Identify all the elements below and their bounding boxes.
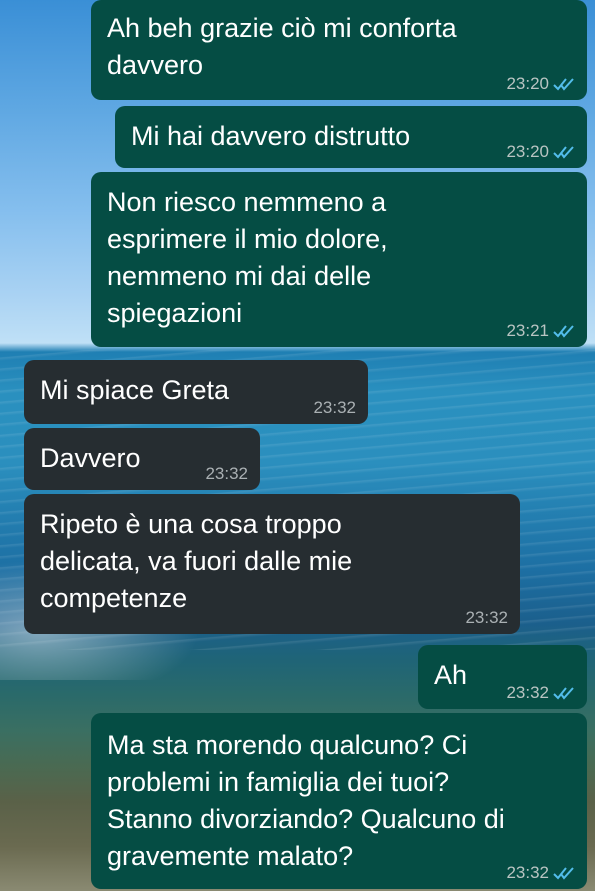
message-meta: 23:32 xyxy=(465,608,508,628)
message-time: 23:21 xyxy=(506,321,549,340)
message-bubble-outgoing[interactable]: Mi hai davvero distrutto 23:20 xyxy=(115,106,587,168)
double-check-read-icon xyxy=(553,866,575,880)
message-time: 23:32 xyxy=(465,608,508,627)
message-time: 23:32 xyxy=(205,464,248,483)
message-meta: 23:20 xyxy=(506,74,575,94)
message-text: Ah beh grazie ciò mi conforta davvero xyxy=(107,13,457,80)
message-meta: 23:32 xyxy=(506,863,575,883)
message-time: 23:32 xyxy=(506,863,549,882)
message-time: 23:32 xyxy=(313,398,356,417)
message-meta: 23:32 xyxy=(506,683,575,703)
message-time: 23:20 xyxy=(506,142,549,161)
double-check-read-icon xyxy=(553,324,575,338)
message-text: Mi spiace Greta xyxy=(40,375,230,405)
message-text: Non riesco nemmeno a esprimere il mio do… xyxy=(107,187,388,328)
message-meta: 23:32 xyxy=(205,464,248,484)
message-bubble-outgoing[interactable]: Ma sta morendo qualcuno? Ci problemi in … xyxy=(91,713,587,889)
message-meta: 23:20 xyxy=(506,142,575,162)
message-text: Ma sta morendo qualcuno? Ci problemi in … xyxy=(107,730,505,871)
message-text: Mi hai davvero distrutto xyxy=(131,121,411,151)
double-check-read-icon xyxy=(553,77,575,91)
message-bubble-outgoing[interactable]: Ah 23:32 xyxy=(418,645,587,709)
message-bubble-incoming[interactable]: Ripeto è una cosa troppo delicata, va fu… xyxy=(24,494,520,634)
message-bubble-incoming[interactable]: Mi spiace Greta 23:32 xyxy=(24,360,368,424)
message-meta: 23:32 xyxy=(313,398,356,418)
message-time: 23:32 xyxy=(506,683,549,702)
message-meta: 23:21 xyxy=(506,321,575,341)
message-time: 23:20 xyxy=(506,74,549,93)
message-bubble-outgoing[interactable]: Ah beh grazie ciò mi conforta davvero 23… xyxy=(91,0,587,100)
message-bubble-incoming[interactable]: Davvero 23:32 xyxy=(24,428,260,490)
message-bubble-outgoing[interactable]: Non riesco nemmeno a esprimere il mio do… xyxy=(91,172,587,347)
message-text: Ripeto è una cosa troppo delicata, va fu… xyxy=(40,509,353,613)
double-check-read-icon xyxy=(553,145,575,159)
double-check-read-icon xyxy=(553,686,575,700)
